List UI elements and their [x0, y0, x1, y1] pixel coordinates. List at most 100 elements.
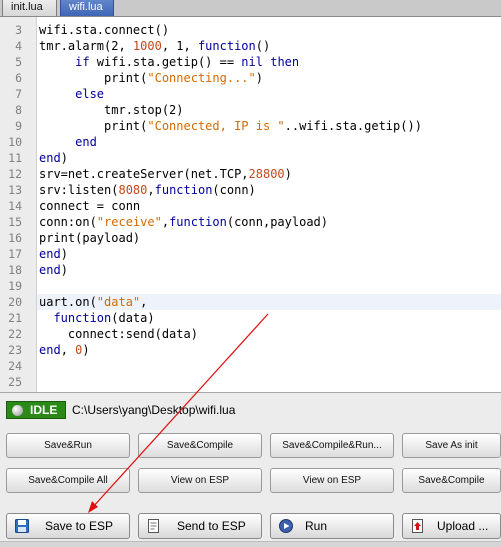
- code-token: print(: [39, 71, 148, 85]
- save-compile-all-button[interactable]: Save&Compile All: [6, 468, 130, 493]
- status-label: IDLE: [30, 403, 58, 417]
- save-as-init-button[interactable]: Save As init: [402, 433, 501, 458]
- string-token: "Connected, IP is ": [147, 119, 285, 133]
- code-token: (conn): [212, 183, 256, 197]
- code-token: (): [255, 39, 271, 53]
- save-compile-button-2[interactable]: Save&Compile: [402, 468, 501, 493]
- line-number: 12: [8, 167, 22, 181]
- code-token: ..wifi.sta.getip()): [284, 119, 422, 133]
- tab-wifi-lua[interactable]: wifi.lua: [60, 0, 114, 16]
- code-token: ): [255, 71, 263, 85]
- code-line[interactable]: srv:listen(8080,function(conn): [39, 182, 256, 198]
- code-token: ): [60, 247, 68, 261]
- code-line[interactable]: function(data): [39, 310, 154, 326]
- save-compile-run-button[interactable]: Save&Compile&Run...: [270, 433, 394, 458]
- keyword-token: function: [197, 39, 256, 53]
- save-and-compile-button[interactable]: Save&Compile: [138, 433, 262, 458]
- line-number: 18: [8, 263, 22, 277]
- keyword-token: then: [270, 55, 300, 69]
- run-button[interactable]: Run: [270, 513, 394, 539]
- code-token: wifi.sta.connect(): [39, 23, 170, 37]
- line-number: 6: [15, 71, 22, 85]
- code-line[interactable]: tmr.stop(2): [39, 102, 184, 118]
- view-on-esp-button[interactable]: View on ESP: [138, 468, 262, 493]
- code-line[interactable]: end, 0): [39, 342, 90, 358]
- save-to-esp-button[interactable]: Save to ESP: [6, 513, 130, 539]
- code-line[interactable]: end: [39, 134, 97, 150]
- upload-button[interactable]: Upload ...: [402, 513, 501, 539]
- line-number: 21: [8, 311, 22, 325]
- keyword-token: if: [75, 55, 90, 69]
- keyword-token: nil: [241, 55, 263, 69]
- code-token: srv:listen(: [39, 183, 119, 197]
- code-line[interactable]: end): [39, 262, 68, 278]
- code-line[interactable]: end): [39, 246, 68, 262]
- run-label: Run: [305, 519, 328, 533]
- code-line[interactable]: print(payload): [39, 230, 140, 246]
- window-bottom-edge: [0, 541, 501, 547]
- code-line[interactable]: print("Connected, IP is "..wifi.sta.geti…: [39, 118, 422, 134]
- send-document-icon: [148, 519, 159, 533]
- code-token: ): [284, 167, 292, 181]
- code-token: ): [60, 263, 68, 277]
- tab-init-lua[interactable]: init.lua: [2, 0, 57, 16]
- keyword-token: function: [154, 183, 213, 197]
- code-token: srv=net.createServer(net.TCP,: [39, 167, 249, 181]
- code-line[interactable]: connect:send(data): [39, 326, 198, 342]
- keyword-token: end: [39, 263, 61, 277]
- code-line[interactable]: wifi.sta.connect(): [39, 22, 169, 38]
- code-token: conn:on(: [39, 215, 97, 229]
- code-line[interactable]: if wifi.sta.getip() == nil then: [39, 54, 299, 70]
- line-number: 13: [8, 183, 22, 197]
- code-token: connect = conn: [39, 199, 141, 213]
- code-token: connect:send(data): [39, 327, 198, 341]
- line-number: 3: [15, 23, 22, 37]
- tab-bar: init.lua wifi.lua: [0, 0, 501, 17]
- line-number: 8: [15, 103, 22, 117]
- code-token: ): [60, 151, 68, 165]
- code-line[interactable]: srv=net.createServer(net.TCP,28800): [39, 166, 292, 182]
- code-line[interactable]: connect = conn: [39, 198, 140, 214]
- line-number: 11: [8, 151, 22, 165]
- save-and-run-button[interactable]: Save&Run: [6, 433, 130, 458]
- code-editor[interactable]: 3 wifi.sta.connect() 4 tmr.alarm(2, 1000, 1…: [0, 17, 501, 393]
- send-to-esp-button[interactable]: Send to ESP: [138, 513, 262, 539]
- keyword-token: end: [39, 343, 61, 357]
- keyword-token: end: [39, 151, 61, 165]
- line-number: 7: [15, 87, 22, 101]
- code-token: , 1,: [161, 39, 198, 53]
- line-number: 16: [8, 231, 22, 245]
- line-number: 9: [15, 119, 22, 133]
- keyword-token: end: [39, 247, 61, 261]
- line-number: 14: [8, 199, 22, 213]
- code-token: ,: [161, 215, 170, 229]
- code-line[interactable]: conn:on("receive",function(conn,payload): [39, 214, 328, 230]
- code-token: tmr.stop(2): [39, 103, 184, 117]
- code-line[interactable]: uart.on("data",: [39, 294, 147, 310]
- code-token: (conn,payload): [226, 215, 329, 229]
- view-on-esp-button-2[interactable]: View on ESP: [270, 468, 394, 493]
- keyword-token: end: [75, 135, 97, 149]
- code-token: wifi.sta.getip() ==: [89, 55, 242, 69]
- code-token: ,: [140, 295, 148, 309]
- code-token: ,: [147, 183, 155, 197]
- line-number: 17: [8, 247, 22, 261]
- code-line[interactable]: tmr.alarm(2, 1000, 1, function(): [39, 38, 270, 54]
- number-token: 8080: [118, 183, 148, 197]
- code-token: print(payload): [39, 231, 141, 245]
- code-line[interactable]: print("Connecting..."): [39, 70, 263, 86]
- line-number: 15: [8, 215, 22, 229]
- connection-status-badge: IDLE: [6, 401, 66, 419]
- file-path-label: C:\Users\yang\Desktop\wifi.lua: [72, 403, 236, 417]
- string-token: "receive": [96, 215, 162, 229]
- code-line[interactable]: else: [39, 86, 104, 102]
- code-line[interactable]: end): [39, 150, 68, 166]
- line-number: 25: [8, 375, 22, 389]
- save-to-esp-label: Save to ESP: [45, 519, 114, 533]
- keyword-token: function: [53, 311, 112, 325]
- upload-label: Upload ...: [437, 519, 489, 533]
